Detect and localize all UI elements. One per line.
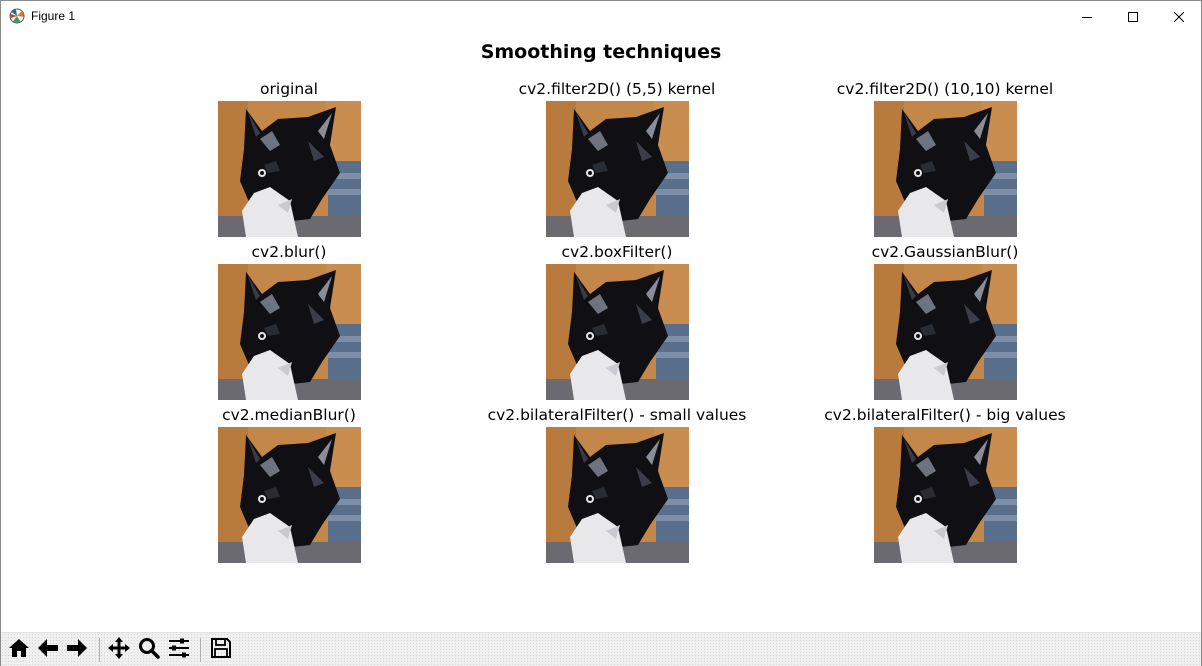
- subplot-title: original: [260, 80, 318, 98]
- subplot-title: cv2.GaussianBlur(): [871, 243, 1019, 261]
- home-icon: [7, 636, 31, 664]
- subplot-title: cv2.boxFilter(): [561, 243, 673, 261]
- minimize-button[interactable]: [1064, 1, 1110, 32]
- cat-image: [546, 264, 689, 400]
- close-button[interactable]: [1156, 1, 1202, 32]
- cat-image: [874, 427, 1017, 563]
- subplot-title: cv2.bilateralFilter() - big values: [824, 406, 1066, 424]
- toolbar-divider: [99, 638, 100, 662]
- title-bar[interactable]: Figure 1: [1, 1, 1201, 32]
- forward-button[interactable]: [63, 636, 91, 664]
- maximize-icon: [1128, 7, 1138, 26]
- subplot-title: cv2.filter2D() (5,5) kernel: [518, 80, 716, 98]
- save-button[interactable]: [207, 636, 235, 664]
- cat-image: [218, 264, 361, 400]
- figure-canvas[interactable]: Smoothing techniques original cv2.filter…: [1, 32, 1201, 632]
- cat-image: [546, 101, 689, 237]
- subplot-title: cv2.bilateralFilter() - small values: [487, 406, 747, 424]
- move-icon: [107, 636, 131, 664]
- navigation-toolbar: [1, 632, 1201, 666]
- toolbar-divider: [200, 638, 201, 662]
- subplot-title: cv2.blur(): [251, 243, 327, 261]
- magnifier-icon: [137, 636, 161, 664]
- matplotlib-icon: [9, 8, 25, 24]
- back-button[interactable]: [34, 636, 62, 664]
- cat-image: [874, 101, 1017, 237]
- home-button[interactable]: [5, 636, 33, 664]
- subplot-title: cv2.medianBlur(): [222, 406, 356, 424]
- pan-button[interactable]: [105, 636, 133, 664]
- maximize-button[interactable]: [1110, 1, 1156, 32]
- cat-image: [218, 101, 361, 237]
- cat-image: [546, 427, 689, 563]
- subplots-button[interactable]: [165, 636, 193, 664]
- figure-window: Figure 1 Smoothing techniques original c…: [0, 0, 1202, 666]
- cat-image: [874, 264, 1017, 400]
- close-icon: [1173, 7, 1185, 26]
- zoom-button[interactable]: [135, 636, 163, 664]
- minimize-icon: [1082, 7, 1092, 26]
- arrow-right-icon: [65, 636, 89, 664]
- sliders-icon: [167, 636, 191, 664]
- window-title: Figure 1: [31, 9, 76, 23]
- arrow-left-icon: [36, 636, 60, 664]
- floppy-disk-icon: [209, 636, 233, 664]
- figure-suptitle: Smoothing techniques: [480, 41, 722, 63]
- cat-image: [218, 427, 361, 563]
- subplot-title: cv2.filter2D() (10,10) kernel: [836, 80, 1054, 98]
